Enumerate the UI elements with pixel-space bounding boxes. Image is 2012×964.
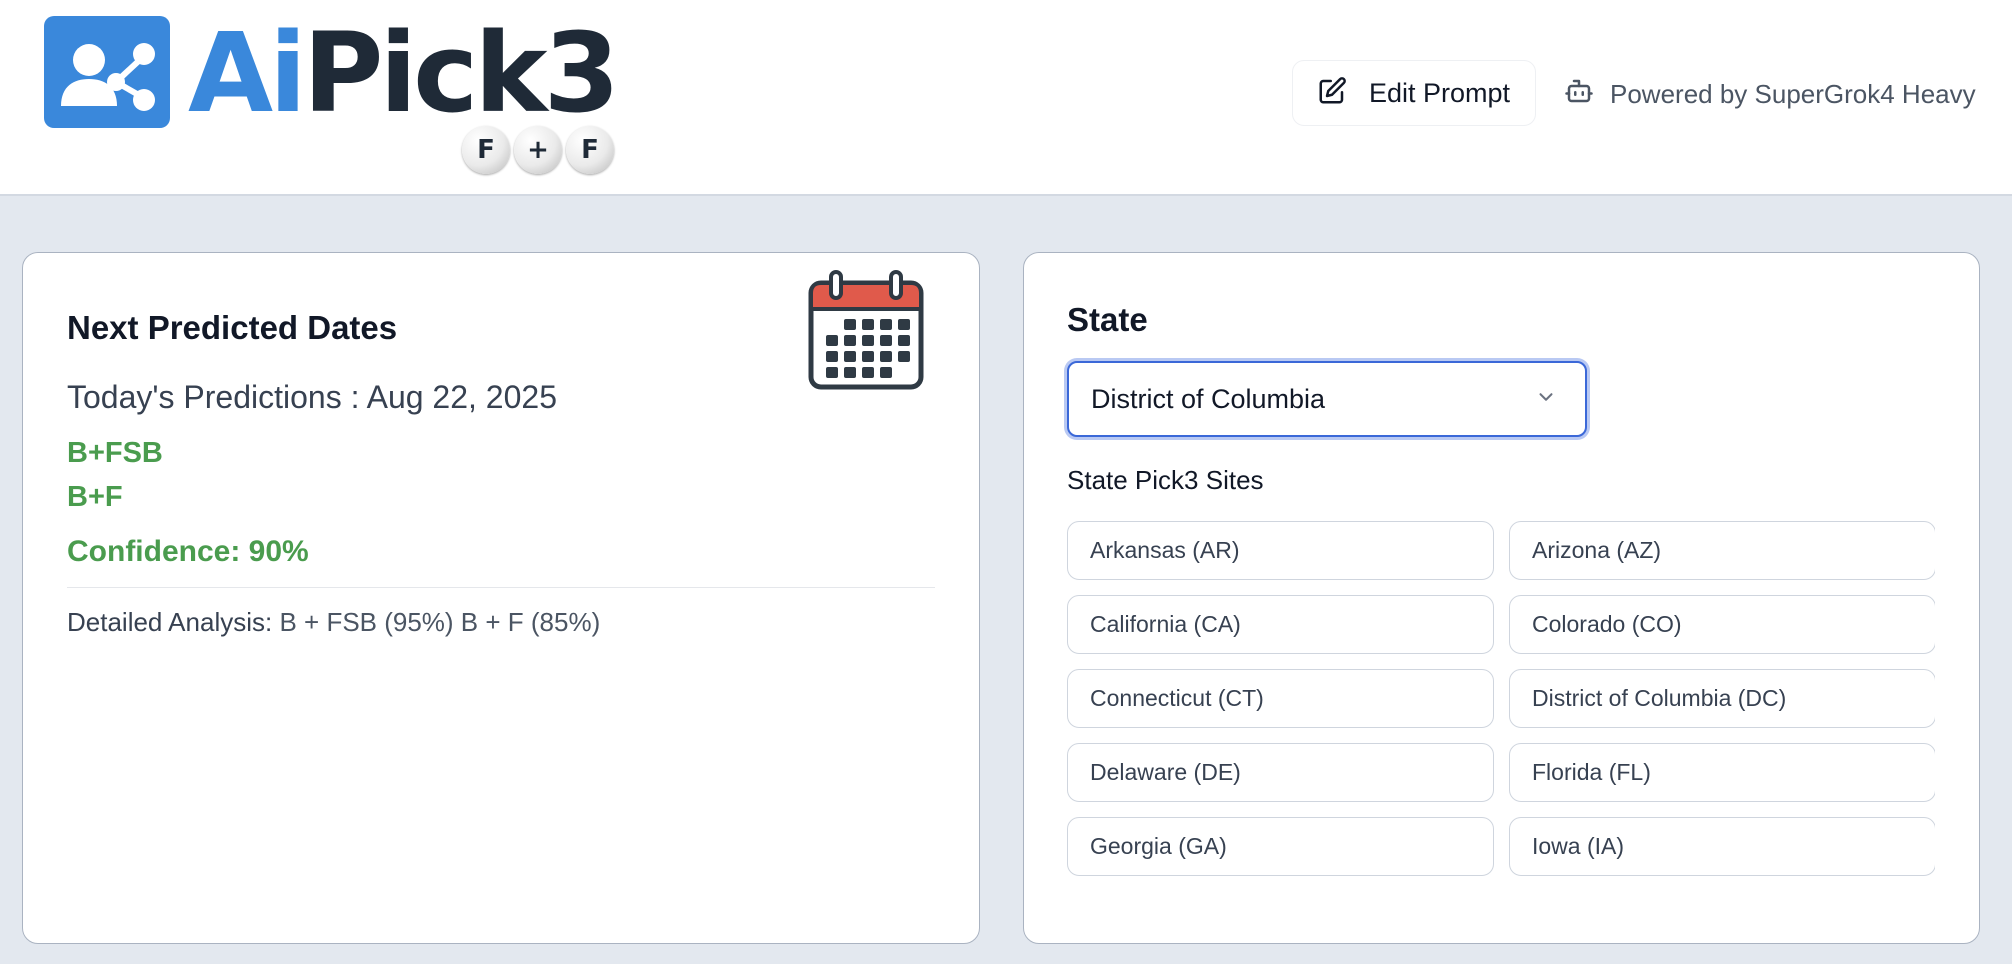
logo-text-ai: Ai xyxy=(188,9,307,137)
app-header: AiPick3 F + F Edit Prompt Powered by Sup… xyxy=(0,0,2012,196)
state-sites-title: State Pick3 Sites xyxy=(1067,465,1264,495)
prediction-item: B+F xyxy=(67,481,123,513)
site-button-ca[interactable]: California (CA) xyxy=(1067,595,1494,654)
state-sites-list[interactable]: Arkansas (AR) Arizona (AZ) California (C… xyxy=(1067,521,1935,883)
edit-prompt-button[interactable]: Edit Prompt xyxy=(1292,60,1536,126)
logo-text-pick: Pick3 xyxy=(302,9,620,137)
predictions-card: Next Predicted Dates Today's Predictions… xyxy=(22,252,980,944)
site-button-ia[interactable]: Iowa (IA) xyxy=(1509,817,1935,876)
app-logo[interactable]: AiPick3 F + F xyxy=(44,9,624,176)
prediction-item: B+FSB xyxy=(67,437,163,469)
confidence-value: Confidence: 90% xyxy=(67,535,309,568)
robot-icon xyxy=(1564,76,1594,113)
todays-predictions: Today's Predictions : Aug 22, 2025 xyxy=(67,379,557,415)
state-select-value: District of Columbia xyxy=(1091,383,1326,414)
edit-icon xyxy=(1317,76,1347,111)
logo-ball: F xyxy=(462,126,510,174)
analysis-label: Detailed Analysis: xyxy=(67,607,273,637)
calendar-icon xyxy=(807,269,925,391)
site-button-ga[interactable]: Georgia (GA) xyxy=(1067,817,1494,876)
chevron-down-icon xyxy=(1535,386,1557,413)
logo-wordmark: AiPick3 xyxy=(188,8,620,138)
site-button-az[interactable]: Arizona (AZ) xyxy=(1509,521,1935,580)
site-button-dc[interactable]: District of Columbia (DC) xyxy=(1509,669,1935,728)
powered-by: Powered by SuperGrok4 Heavy xyxy=(1564,76,1976,113)
logo-balls: F + F xyxy=(462,126,614,174)
analysis-value: B + FSB (95%) B + F (85%) xyxy=(279,607,601,637)
logo-ball: F xyxy=(566,126,614,174)
share-user-icon xyxy=(44,16,170,128)
state-select[interactable]: District of Columbia xyxy=(1067,361,1587,437)
state-card: State District of Columbia State Pick3 S… xyxy=(1023,252,1980,944)
divider xyxy=(67,587,935,588)
logo-ball: + xyxy=(514,126,562,174)
state-title: State xyxy=(1067,301,1148,338)
site-button-fl[interactable]: Florida (FL) xyxy=(1509,743,1935,802)
predictions-title: Next Predicted Dates xyxy=(67,309,398,346)
edit-prompt-label: Edit Prompt xyxy=(1369,77,1511,108)
detailed-analysis: Detailed Analysis: B + FSB (95%) B + F (… xyxy=(67,607,600,638)
powered-by-text: Powered by SuperGrok4 Heavy xyxy=(1610,79,1976,109)
site-button-de[interactable]: Delaware (DE) xyxy=(1067,743,1494,802)
site-button-ar[interactable]: Arkansas (AR) xyxy=(1067,521,1494,580)
site-button-ct[interactable]: Connecticut (CT) xyxy=(1067,669,1494,728)
site-button-co[interactable]: Colorado (CO) xyxy=(1509,595,1935,654)
